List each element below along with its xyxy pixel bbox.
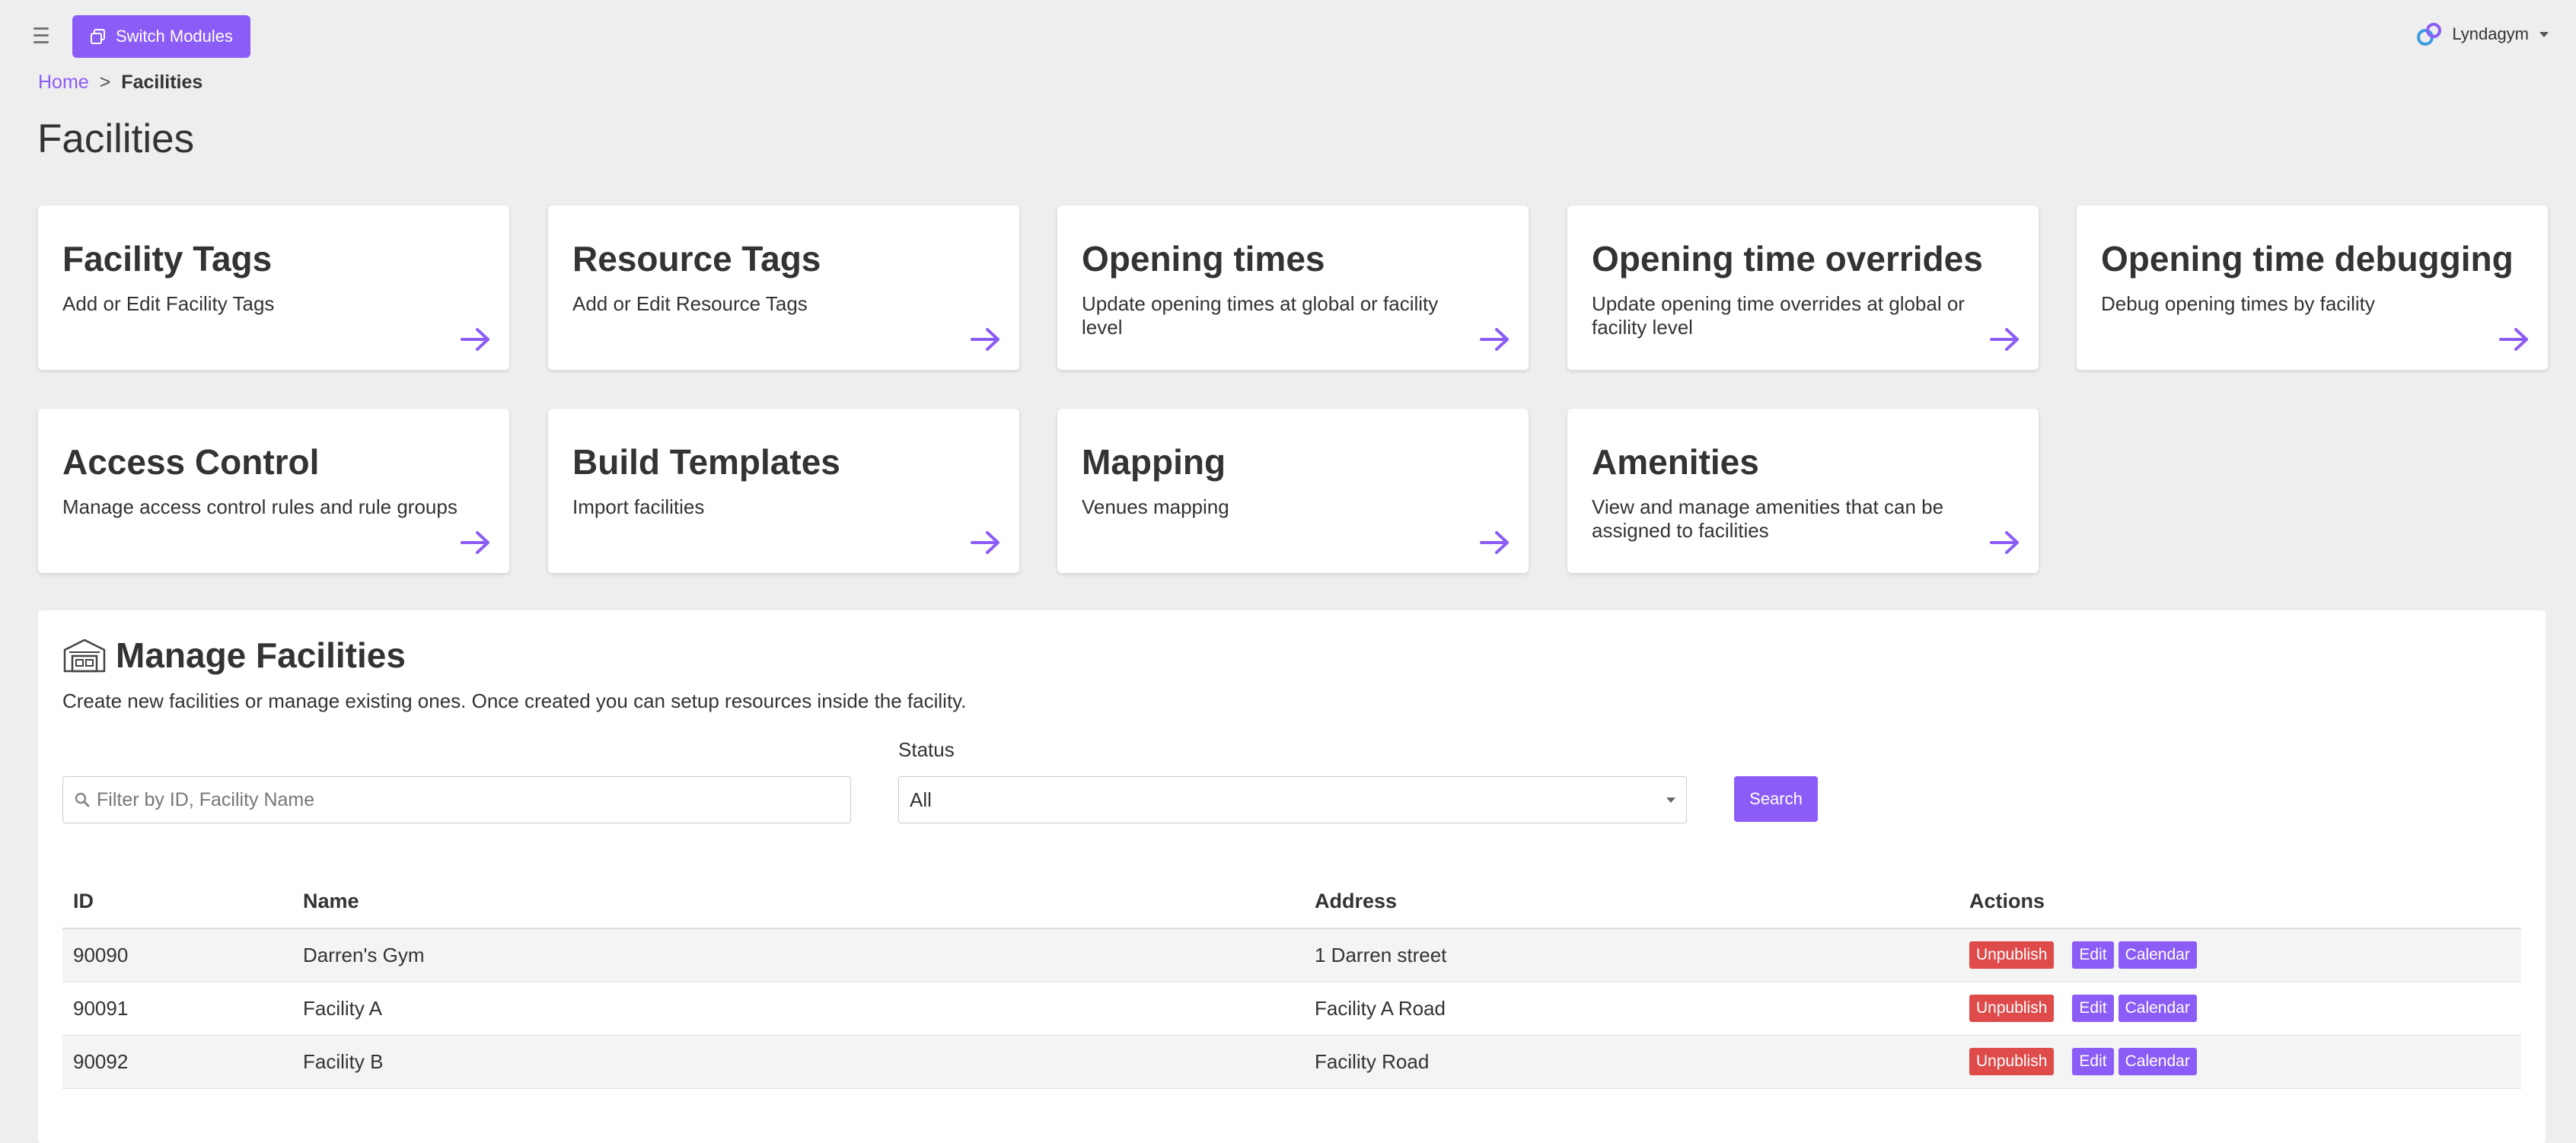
filter-input[interactable] — [97, 788, 827, 811]
arrow-right-icon — [461, 328, 489, 351]
search-icon — [75, 792, 90, 807]
status-label: Status — [898, 738, 955, 761]
cell-id: 90092 — [62, 1035, 292, 1089]
unpublish-button[interactable]: Unpublish — [1969, 941, 2055, 969]
top-bar: Switch Modules Lyndagym — [0, 0, 2576, 70]
status-select[interactable]: All — [898, 776, 1687, 823]
arrow-right-icon — [971, 531, 999, 554]
card-description: Import facilities — [572, 495, 705, 519]
manage-facilities-panel: Manage Facilities Create new facilities … — [38, 610, 2546, 1143]
switch-modules-button[interactable]: Switch Modules — [72, 15, 250, 58]
chevron-down-icon — [2539, 31, 2549, 37]
cell-id: 90091 — [62, 982, 292, 1036]
facility-building-icon — [63, 638, 106, 673]
cell-id: 90090 — [62, 928, 292, 982]
filter-input-wrapper — [62, 776, 851, 823]
unpublish-button[interactable]: Unpublish — [1969, 1048, 2055, 1075]
card-title: Build Templates — [572, 442, 840, 482]
table-row[interactable]: 90091 Facility A Facility A Road Unpubli… — [62, 982, 2521, 1036]
manage-facilities-description: Create new facilities or manage existing… — [62, 689, 967, 712]
card-description: Update opening times at global or facili… — [1082, 292, 1439, 339]
switch-modules-label: Switch Modules — [115, 27, 234, 46]
card-title: Opening time overrides — [1592, 239, 1983, 279]
status-selected-value: All — [910, 788, 932, 811]
arrow-right-icon — [2499, 328, 2528, 351]
facilities-table: ID Name Address Actions 90090 Darren's G… — [62, 875, 2521, 1089]
card-mapping[interactable]: Mapping Venues mapping — [1057, 409, 1529, 573]
arrow-right-icon — [1990, 328, 2019, 351]
card-description: Manage access control rules and rule gro… — [62, 495, 457, 519]
unpublish-button[interactable]: Unpublish — [1969, 995, 2055, 1022]
user-menu[interactable]: Lyndagym — [2415, 21, 2549, 47]
arrow-right-icon — [461, 531, 489, 554]
cell-name: Facility B — [292, 1035, 1304, 1089]
card-amenities[interactable]: Amenities View and manage amenities that… — [1567, 409, 2039, 573]
manage-facilities-title: Manage Facilities — [116, 635, 406, 675]
card-opening-times[interactable]: Opening times Update opening times at gl… — [1057, 205, 1529, 370]
card-title: Resource Tags — [572, 239, 821, 279]
column-header-name[interactable]: Name — [292, 875, 1304, 929]
chevron-down-icon — [1666, 798, 1675, 803]
card-build-templates[interactable]: Build Templates Import facilities — [548, 409, 1019, 573]
cell-actions: Unpublish Edit Calendar — [1959, 928, 2521, 982]
card-description: Update opening time overrides at global … — [1592, 292, 1965, 339]
hamburger-menu-icon[interactable] — [33, 21, 56, 49]
card-opening-time-debugging[interactable]: Opening time debugging Debug opening tim… — [2077, 205, 2548, 370]
column-header-id[interactable]: ID — [62, 875, 292, 929]
breadcrumb-home-link[interactable]: Home — [38, 72, 89, 94]
card-title: Amenities — [1592, 442, 1759, 482]
manage-facilities-header: Manage Facilities — [62, 635, 406, 676]
card-title: Opening time debugging — [2101, 239, 2514, 279]
breadcrumb-separator: > — [99, 72, 111, 93]
table-header-row: ID Name Address Actions — [62, 875, 2521, 929]
calendar-button[interactable]: Calendar — [2118, 941, 2197, 969]
cell-address: Facility A Road — [1304, 982, 1959, 1036]
card-title: Mapping — [1082, 442, 1226, 482]
card-facility-tags[interactable]: Facility Tags Add or Edit Facility Tags — [38, 205, 509, 370]
column-header-address[interactable]: Address — [1304, 875, 1959, 929]
table-row[interactable]: 90092 Facility B Facility Road Unpublish… — [62, 1035, 2521, 1089]
breadcrumb-current: Facilities — [121, 72, 203, 93]
edit-button[interactable]: Edit — [2072, 941, 2114, 969]
cell-actions: Unpublish Edit Calendar — [1959, 982, 2521, 1036]
edit-button[interactable]: Edit — [2072, 995, 2114, 1022]
breadcrumb: Home > Facilities — [38, 72, 202, 94]
cell-address: Facility Road — [1304, 1035, 1959, 1089]
arrow-right-icon — [1480, 328, 1509, 351]
cell-name: Darren's Gym — [292, 928, 1304, 982]
card-description: Add or Edit Resource Tags — [572, 292, 808, 316]
card-description: View and manage amenities that can be as… — [1592, 495, 1944, 543]
arrow-right-icon — [1480, 531, 1509, 554]
card-resource-tags[interactable]: Resource Tags Add or Edit Resource Tags — [548, 205, 1019, 370]
card-description: Venues mapping — [1082, 495, 1229, 519]
edit-button[interactable]: Edit — [2072, 1048, 2114, 1075]
card-title: Access Control — [62, 442, 320, 482]
table-row[interactable]: 90090 Darren's Gym 1 Darren street Unpub… — [62, 928, 2521, 982]
column-header-actions: Actions — [1959, 875, 2521, 929]
card-description: Add or Edit Facility Tags — [62, 292, 275, 316]
card-access-control[interactable]: Access Control Manage access control rul… — [38, 409, 509, 573]
arrow-right-icon — [1990, 531, 2019, 554]
user-name: Lyndagym — [2452, 24, 2529, 43]
card-title: Opening times — [1082, 239, 1325, 279]
card-description: Debug opening times by facility — [2101, 292, 2375, 316]
cell-address: 1 Darren street — [1304, 928, 1959, 982]
card-title: Facility Tags — [62, 239, 273, 279]
cell-name: Facility A — [292, 982, 1304, 1036]
card-opening-time-overrides[interactable]: Opening time overrides Update opening ti… — [1567, 205, 2039, 370]
lyndagym-logo-icon — [2417, 23, 2442, 46]
arrow-right-icon — [971, 328, 999, 351]
calendar-button[interactable]: Calendar — [2118, 995, 2197, 1022]
calendar-button[interactable]: Calendar — [2118, 1048, 2197, 1075]
page-title: Facilities — [37, 116, 195, 161]
search-button[interactable]: Search — [1734, 776, 1818, 822]
cell-actions: Unpublish Edit Calendar — [1959, 1035, 2521, 1089]
windows-icon — [90, 29, 105, 44]
